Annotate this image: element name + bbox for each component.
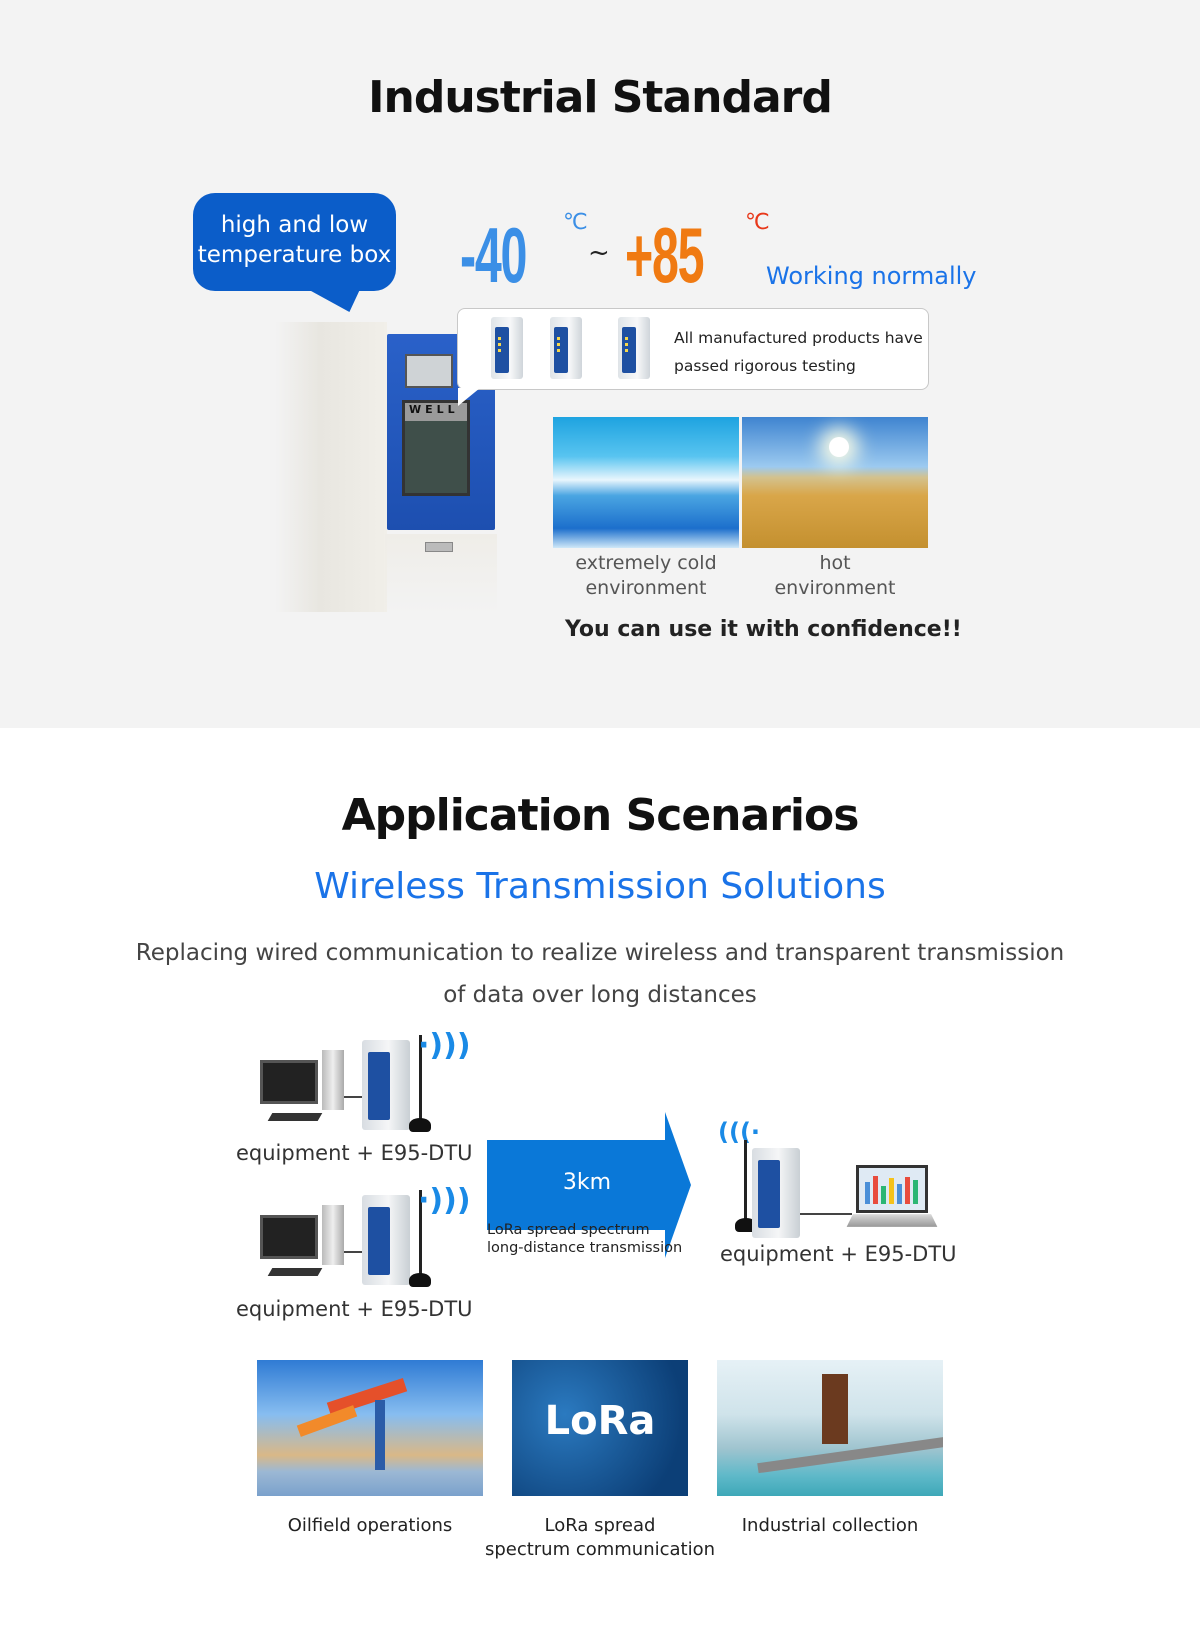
wireless-signal-icon: (((· — [718, 1118, 761, 1146]
temperature-high: +85 — [625, 211, 705, 299]
testing-line1: All manufactured products have — [674, 329, 923, 347]
dtu-product-icon — [550, 317, 582, 379]
wireless-signal-icon: ·))) — [418, 1183, 471, 1218]
testing-callout: All manufactured products have passed ri… — [457, 308, 929, 390]
working-status: Working normally — [766, 262, 977, 290]
oilfield-image — [257, 1360, 483, 1496]
sun-icon — [829, 437, 849, 457]
bubble-line2: temperature box — [197, 242, 392, 268]
distance-label: 3km — [562, 1170, 612, 1195]
e95-dtu-device — [362, 1195, 410, 1285]
antenna-icon — [744, 1140, 747, 1228]
degree-unit-low: ℃ — [563, 210, 588, 235]
cold-environment-label: extremely cold environment — [575, 552, 717, 599]
degree-unit-high: ℃ — [745, 210, 770, 235]
computer-icon — [260, 1050, 350, 1125]
wireless-solutions-subtitle: Wireless Transmission Solutions — [314, 866, 886, 907]
equipment-label: equipment + E95-DTU — [236, 1141, 473, 1165]
range-separator: ~ — [588, 238, 610, 268]
industrial-standard-title: Industrial Standard — [368, 72, 833, 123]
cold-environment-image — [553, 417, 739, 548]
industrial-factory-image — [717, 1360, 943, 1496]
transmission-caption: LoRa spread spectrum long-distance trans… — [487, 1222, 683, 1256]
scenario-label-industrial: Industrial collection — [741, 1515, 919, 1536]
bubble-tail — [294, 288, 361, 312]
confidence-statement: You can use it with confidence!! — [565, 617, 962, 642]
dtu-product-icon — [491, 317, 523, 379]
scenario-label-lora: LoRa spread spectrum communication — [484, 1515, 716, 1560]
equipment-label: equipment + E95-DTU — [236, 1297, 473, 1321]
hot-environment-label: hot environment — [774, 552, 896, 599]
lora-image-text: LoRa — [544, 1398, 656, 1444]
callout-tail — [458, 388, 480, 406]
temperature-low: -40 — [460, 211, 527, 299]
application-scenarios-title: Application Scenarios — [341, 790, 860, 841]
temperature-box-bubble: high and low temperature box — [193, 193, 396, 291]
wireless-signal-icon: ·))) — [418, 1028, 471, 1063]
description: Replacing wired communication to realize… — [135, 940, 1065, 1008]
laptop-icon — [846, 1165, 938, 1233]
equipment-label: equipment + E95-DTU — [720, 1242, 957, 1266]
testing-line2: passed rigorous testing — [674, 357, 856, 375]
e95-dtu-device — [752, 1148, 800, 1238]
scenario-label-oilfield: Oilfield operations — [287, 1515, 453, 1536]
bubble-line1: high and low — [220, 212, 369, 238]
lora-image: LoRa — [512, 1360, 688, 1496]
computer-icon — [260, 1205, 350, 1280]
hot-environment-image — [742, 417, 928, 548]
e95-dtu-device — [362, 1040, 410, 1130]
dtu-product-icon — [618, 317, 650, 379]
